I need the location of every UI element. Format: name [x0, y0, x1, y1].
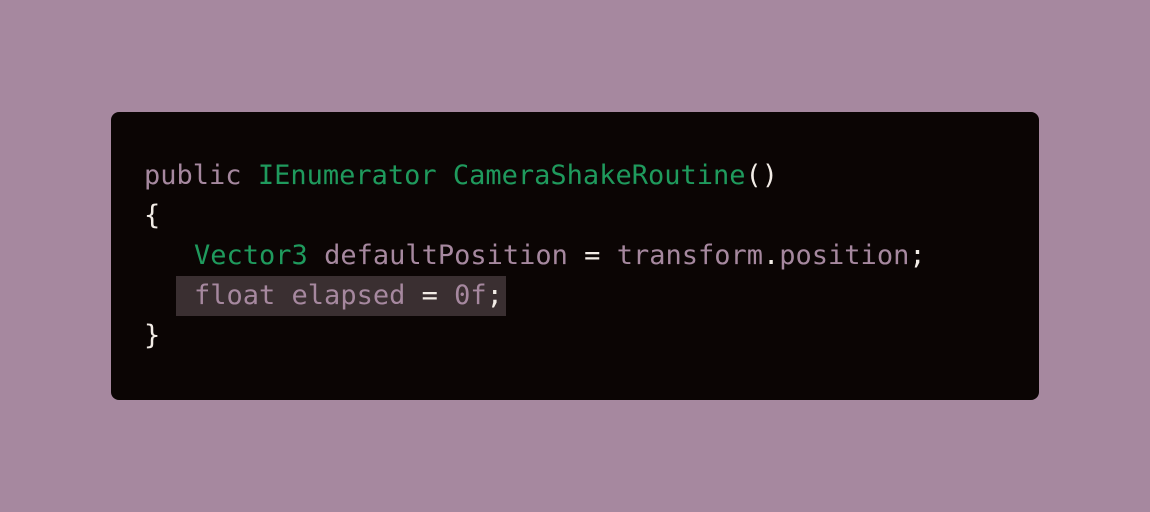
semicolon: ;: [486, 280, 503, 311]
code-line-3: Vector3 defaultPosition = transform.posi…: [144, 236, 926, 276]
semicolon: ;: [909, 240, 926, 271]
variable-elapsed: elapsed: [291, 280, 406, 311]
code-line-4: float elapsed = 0f;: [144, 276, 926, 316]
open-brace: {: [144, 200, 161, 231]
code-line-1: public IEnumerator CameraShakeRoutine(): [144, 156, 926, 196]
method-parens: (): [745, 160, 779, 191]
highlighted-statement: float elapsed = 0f;: [176, 276, 506, 316]
type-vector3: Vector3: [194, 240, 308, 271]
code-snippet-card: public IEnumerator CameraShakeRoutine() …: [111, 112, 1039, 400]
close-brace: }: [144, 320, 161, 351]
member-access-dot: .: [763, 240, 780, 271]
method-name: CameraShakeRoutine: [452, 160, 746, 191]
identifier-position: position: [779, 240, 910, 271]
variable-default-position: defaultPosition: [324, 240, 568, 271]
number-literal: 0f: [454, 280, 487, 311]
identifier-transform: transform: [616, 240, 764, 271]
code-line-5: }: [144, 316, 926, 356]
keyword-float: float: [194, 280, 276, 311]
type-ienumerator: IEnumerator: [257, 160, 437, 191]
keyword-public: public: [144, 160, 242, 191]
assign-operator: =: [421, 280, 438, 311]
assign-operator: =: [584, 240, 601, 271]
code-line-2: {: [144, 196, 926, 236]
code-block: public IEnumerator CameraShakeRoutine() …: [144, 156, 926, 356]
